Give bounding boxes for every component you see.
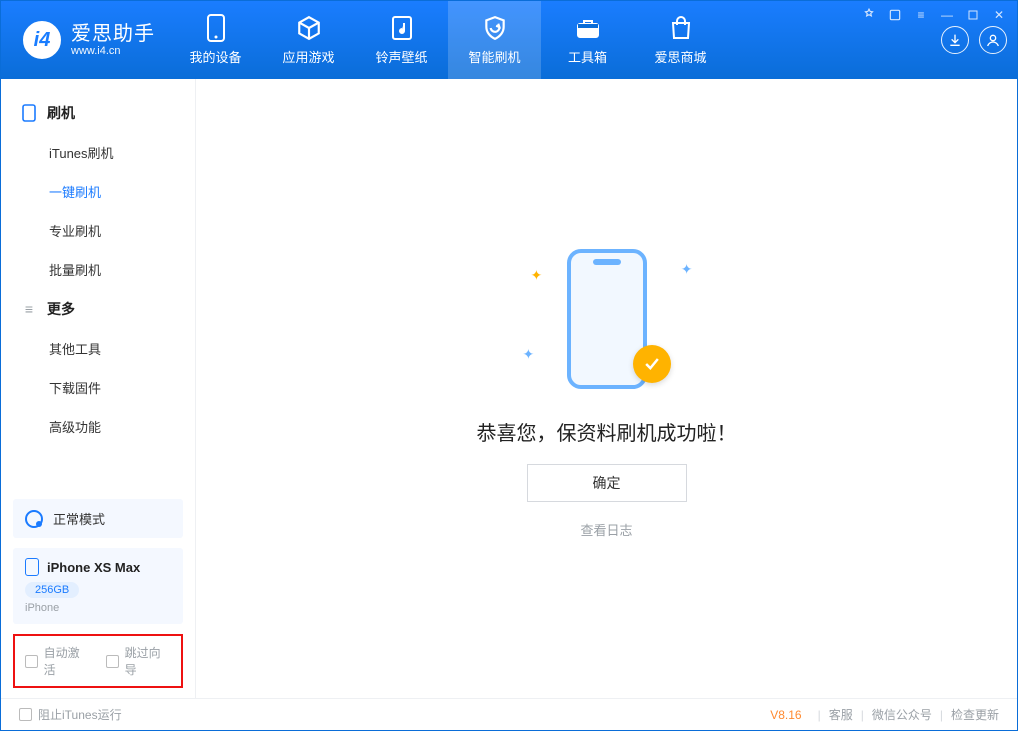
tab-store[interactable]: 爱思商城	[634, 1, 727, 79]
mode-card[interactable]: 正常模式	[13, 499, 183, 538]
nav-tabs: 我的设备 应用游戏 铃声壁纸 智能刷机 工具箱 爱思商城	[169, 1, 727, 79]
refresh-shield-icon	[482, 15, 508, 41]
device-type: iPhone	[25, 602, 171, 614]
view-log-link[interactable]: 查看日志	[580, 520, 632, 539]
sidebar-group-flash: 刷机 iTunes刷机 一键刷机 专业刷机 批量刷机	[1, 97, 195, 293]
maximize-icon[interactable]	[965, 7, 981, 23]
body: 刷机 iTunes刷机 一键刷机 专业刷机 批量刷机 ≡ 更多 其他工具 下载固…	[1, 79, 1017, 698]
app-window: ≡ — ✕ i4 爱思助手 www.i4.cn 我的设备 应用游戏 铃声壁纸	[0, 0, 1018, 731]
app-url: www.i4.cn	[71, 45, 155, 57]
sidebar-group-more: ≡ 更多 其他工具 下载固件 高级功能	[1, 293, 195, 450]
window-controls: ≡ — ✕	[861, 7, 1007, 23]
app-name: 爱思助手	[71, 23, 155, 45]
feedback-icon[interactable]	[861, 7, 877, 23]
footer-link-wechat[interactable]: 微信公众号	[872, 706, 932, 723]
mode-label: 正常模式	[53, 509, 105, 528]
music-file-icon	[389, 15, 415, 41]
device-capacity: 256GB	[25, 582, 79, 598]
checkbox-skip-guide[interactable]: 跳过向导	[106, 644, 171, 678]
tab-apps[interactable]: 应用游戏	[262, 1, 355, 79]
tab-my-device[interactable]: 我的设备	[169, 1, 262, 79]
footer: 阻止iTunes运行 V8.16 | 客服 | 微信公众号 | 检查更新	[1, 698, 1017, 730]
download-button[interactable]	[941, 26, 969, 54]
group2-title: 更多	[47, 299, 75, 319]
bag-icon	[668, 15, 694, 41]
toolbox-icon	[575, 15, 601, 41]
checkbox-auto-activate[interactable]: 自动激活	[25, 644, 90, 678]
logo: i4 爱思助手 www.i4.cn	[1, 21, 169, 59]
sidebar-item-pro-flash[interactable]: 专业刷机	[1, 211, 195, 250]
tab-toolbox[interactable]: 工具箱	[541, 1, 634, 79]
main-content: ✦ ✦ ✦ 恭喜您，保资料刷机成功啦！ 确定 查看日志	[196, 79, 1017, 698]
user-button[interactable]	[979, 26, 1007, 54]
success-illustration: ✦ ✦ ✦	[527, 239, 687, 399]
tab-flash[interactable]: 智能刷机	[448, 1, 541, 79]
sidebar-item-batch-flash[interactable]: 批量刷机	[1, 250, 195, 289]
check-badge-icon	[633, 345, 671, 383]
sidebar-item-other-tools[interactable]: 其他工具	[1, 329, 195, 368]
list-icon: ≡	[21, 301, 37, 317]
device-icon	[203, 15, 229, 41]
mode-icon	[25, 510, 43, 528]
menu-icon[interactable]: ≡	[913, 7, 929, 23]
options-box: 自动激活 跳过向导	[13, 634, 183, 688]
checkbox-block-itunes[interactable]: 阻止iTunes运行	[19, 706, 122, 723]
success-message: 恭喜您，保资料刷机成功啦！	[477, 417, 737, 446]
close-icon[interactable]: ✕	[991, 7, 1007, 23]
cube-icon	[296, 15, 322, 41]
device-name: iPhone XS Max	[47, 560, 140, 575]
footer-right: V8.16 | 客服 | 微信公众号 | 检查更新	[770, 706, 999, 723]
logo-icon: i4	[23, 21, 61, 59]
header-right	[941, 26, 1007, 54]
footer-link-support[interactable]: 客服	[829, 706, 853, 723]
skin-icon[interactable]	[887, 7, 903, 23]
phone-icon	[21, 105, 37, 121]
sidebar: 刷机 iTunes刷机 一键刷机 专业刷机 批量刷机 ≡ 更多 其他工具 下载固…	[1, 79, 196, 698]
footer-link-update[interactable]: 检查更新	[951, 706, 999, 723]
sidebar-bottom: 正常模式 iPhone XS Max 256GB iPhone 自动激活 跳过向…	[1, 499, 195, 698]
sparkle-icon: ✦	[531, 267, 543, 284]
sparkle-icon: ✦	[681, 261, 693, 278]
version-label: V8.16	[770, 708, 801, 722]
device-card[interactable]: iPhone XS Max 256GB iPhone	[13, 548, 183, 624]
ok-button[interactable]: 确定	[527, 464, 687, 502]
sidebar-item-oneclick-flash[interactable]: 一键刷机	[1, 172, 195, 211]
tab-ringtones[interactable]: 铃声壁纸	[355, 1, 448, 79]
minimize-icon[interactable]: —	[939, 7, 955, 23]
sparkle-icon: ✦	[523, 346, 535, 363]
sidebar-item-advanced[interactable]: 高级功能	[1, 407, 195, 446]
device-phone-icon	[25, 558, 39, 576]
group1-title: 刷机	[47, 103, 75, 123]
sidebar-item-itunes-flash[interactable]: iTunes刷机	[1, 133, 195, 172]
sidebar-item-download-fw[interactable]: 下载固件	[1, 368, 195, 407]
